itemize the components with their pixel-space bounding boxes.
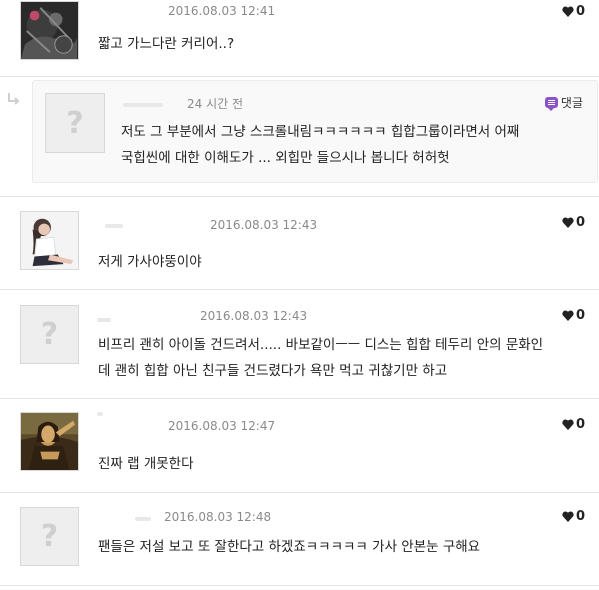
comment-date: 2016.08.03 12:47 <box>168 419 276 433</box>
comment-text: 비프리 괜히 아이돌 건드려서..... 바보같이ㅡㅡ 디스는 힙합 테두리 안… <box>98 337 544 379</box>
avatar-placeholder-icon: ? <box>66 105 84 141</box>
album-cover-avatar[interactable] <box>20 1 79 60</box>
like-button[interactable]: 0 <box>562 509 585 524</box>
comment-date: 2016.08.03 12:43 <box>210 218 318 232</box>
comment-text: 진짜 랩 개못한다 <box>98 456 194 472</box>
comment-text: 짧고 가느다란 커리어..? <box>98 36 235 52</box>
divider <box>0 76 599 77</box>
comment-date: 2016.08.03 12:41 <box>168 4 276 18</box>
avatar-placeholder-icon: ? <box>40 317 59 352</box>
heart-icon <box>562 6 574 17</box>
author-name[interactable] <box>123 103 163 107</box>
like-button[interactable]: 0 <box>562 4 585 19</box>
like-button[interactable]: 0 <box>562 417 585 432</box>
reply-arrow-icon <box>8 93 20 105</box>
reply-comment: ? 24 시간 전 댓글 저도 그 부분에서 그냥 스크롤내림ㅋㅋㅋㅋㅋㅋ 힙합… <box>32 80 598 183</box>
avatar[interactable]: ? <box>20 305 79 364</box>
avatar-placeholder-icon: ? <box>40 519 59 554</box>
comment-text: 팬들은 저설 보고 또 잘한다고 하겠죠ㅋㅋㅋㅋㅋ 가사 안본눈 구해요 <box>98 539 481 555</box>
like-button[interactable]: 0 <box>562 308 585 323</box>
like-count: 0 <box>575 4 585 19</box>
album-cover-image <box>21 2 78 59</box>
reply-button[interactable]: 댓글 <box>544 94 583 111</box>
like-count: 0 <box>575 215 585 230</box>
painting-avatar[interactable] <box>20 412 79 471</box>
reply-icon <box>544 97 558 111</box>
comment-item: 2016.08.03 12:41 0 짧고 가느다란 커리어..? <box>0 0 599 77</box>
author-name[interactable] <box>135 517 151 521</box>
comment-date: 2016.08.03 12:43 <box>200 309 308 323</box>
comment-text: 저게 가사야뚱이야 <box>98 254 202 270</box>
comment-item: ? 2016.08.03 12:43 0 비프리 괜히 아이돌 건드려서....… <box>0 290 599 398</box>
comment-date: 2016.08.03 12:48 <box>164 510 272 524</box>
author-name[interactable] <box>105 224 123 228</box>
person-photo-image <box>21 212 78 269</box>
painting-image <box>21 413 78 470</box>
avatar[interactable]: ? <box>45 93 105 153</box>
reply-text: 저도 그 부분에서 그냥 스크롤내림ㅋㅋㅋㅋㅋㅋ 힙합그룹이라면서 어째 국힙씬… <box>121 124 520 166</box>
like-button[interactable]: 0 <box>562 215 585 230</box>
author-name[interactable] <box>97 412 103 416</box>
heart-icon <box>562 511 574 522</box>
divider <box>0 585 599 586</box>
comment-item: 2016.08.03 12:43 0 저게 가사야뚱이야 <box>0 197 599 289</box>
heart-icon <box>562 217 574 228</box>
person-photo-avatar[interactable] <box>20 211 79 270</box>
avatar[interactable]: ? <box>20 507 79 566</box>
heart-icon <box>562 310 574 321</box>
comment-item: ? 2016.08.03 12:48 0 팬들은 저설 보고 또 잘한다고 하겠… <box>0 493 599 587</box>
heart-icon <box>562 419 574 430</box>
author-name[interactable] <box>97 318 111 322</box>
comment-item: 2016.08.03 12:47 0 진짜 랩 개못한다 <box>0 399 599 492</box>
like-count: 0 <box>575 308 585 323</box>
like-count: 0 <box>575 417 585 432</box>
reply-time: 24 시간 전 <box>187 97 244 111</box>
like-count: 0 <box>575 509 585 524</box>
reply-button-label: 댓글 <box>560 96 583 110</box>
